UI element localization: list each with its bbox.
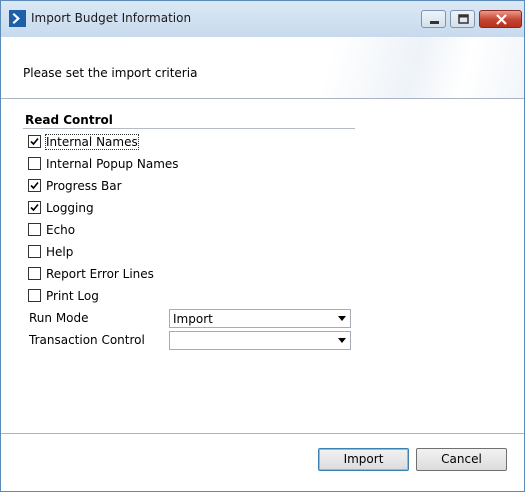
checkbox-box[interactable]: [28, 157, 41, 170]
checkbox-label: Logging: [46, 201, 94, 215]
app-icon: [9, 10, 26, 27]
minimize-button[interactable]: [421, 10, 446, 28]
chevron-down-icon[interactable]: [338, 316, 346, 321]
checkbox-box[interactable]: [28, 179, 41, 192]
cancel-button[interactable]: Cancel: [416, 448, 507, 471]
check-icon: [30, 203, 39, 212]
checkbox-label: Internal Popup Names: [46, 157, 179, 171]
checkbox-label: Echo: [46, 223, 76, 237]
window-title: Import Budget Information: [31, 11, 192, 25]
run-mode-select[interactable]: Import: [169, 309, 351, 328]
check-icon: [30, 137, 39, 146]
checkbox-box[interactable]: [28, 245, 41, 258]
section-divider: [23, 128, 355, 129]
section-title-read-control: Read Control: [25, 113, 113, 127]
import-budget-dialog: Import Budget Information Please set the…: [0, 0, 525, 492]
checkbox-box[interactable]: [28, 267, 41, 280]
checkbox-box[interactable]: [28, 135, 41, 148]
checkbox-label: Print Log: [46, 289, 99, 303]
transaction-control-label: Transaction Control: [29, 333, 145, 347]
checkbox-box[interactable]: [28, 201, 41, 214]
maximize-icon: [458, 14, 469, 24]
minimize-icon: [430, 21, 439, 24]
close-icon: [496, 14, 507, 25]
checkbox-label: Help: [46, 245, 74, 259]
maximize-button[interactable]: [450, 10, 475, 28]
checkbox-box[interactable]: [28, 223, 41, 236]
check-icon: [30, 181, 39, 190]
close-button[interactable]: [479, 10, 522, 28]
checkbox-label: Progress Bar: [46, 179, 122, 193]
chevron-down-icon[interactable]: [338, 338, 346, 343]
import-button[interactable]: Import: [318, 448, 409, 471]
checkbox-label: Report Error Lines: [46, 267, 154, 281]
run-mode-value: Import: [173, 312, 213, 326]
checkbox-box[interactable]: [28, 289, 41, 302]
checkbox-label: Internal Names: [45, 134, 139, 150]
dialog-header: Please set the import criteria: [1, 37, 524, 99]
run-mode-label: Run Mode: [29, 311, 89, 325]
dialog-subtitle: Please set the import criteria: [23, 66, 198, 80]
title-bar[interactable]: Import Budget Information: [1, 1, 524, 37]
footer-divider: [1, 433, 524, 434]
transaction-control-select[interactable]: [169, 331, 351, 350]
